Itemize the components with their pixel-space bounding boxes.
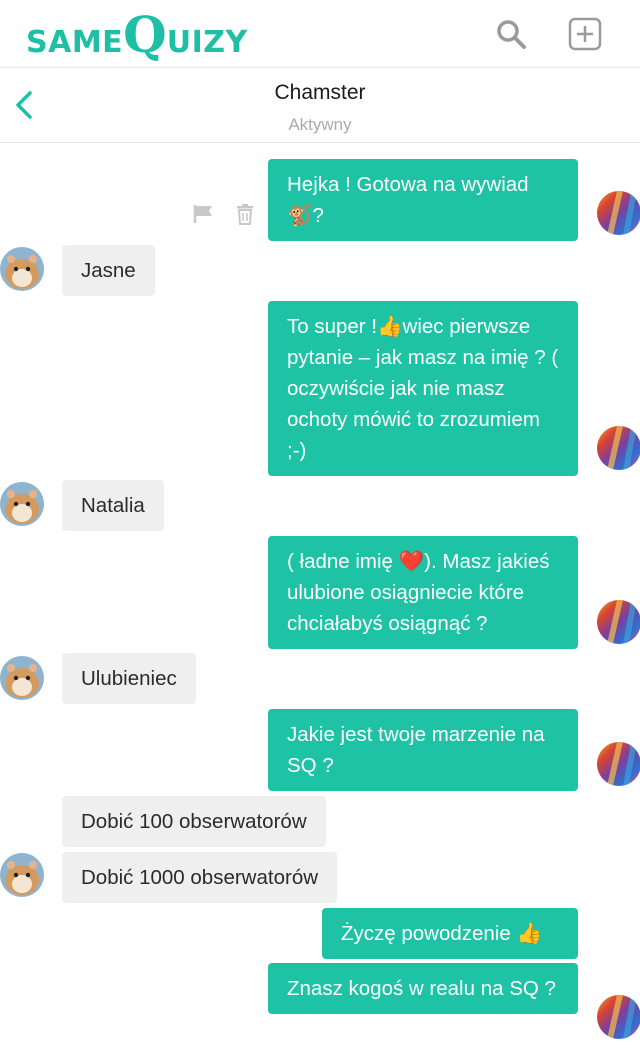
- message-bubble-received[interactable]: Dobić 1000 obserwatorów: [62, 852, 338, 903]
- message-bubble-sent[interactable]: Jakie jest twoje marzenie na SQ ?: [268, 709, 578, 791]
- contact-name[interactable]: Chamster: [0, 81, 640, 105]
- message-actions: [192, 203, 258, 225]
- my-avatar[interactable]: [597, 191, 640, 235]
- my-avatar[interactable]: [597, 995, 640, 1039]
- samequizy-logo[interactable]: SAME Q UIZY: [26, 10, 248, 64]
- logo-text-q: Q: [123, 5, 167, 64]
- my-avatar[interactable]: [597, 600, 640, 644]
- plus-square-icon[interactable]: [568, 17, 602, 51]
- contact-avatar[interactable]: [0, 656, 44, 700]
- message-bubble-sent[interactable]: Życzę powodzenie 👍: [322, 908, 578, 959]
- contact-avatar[interactable]: [0, 853, 44, 897]
- flag-icon[interactable]: [192, 203, 216, 225]
- message-bubble-sent[interactable]: ( ładne imię ❤️). Masz jakieś ulubione o…: [268, 536, 578, 649]
- top-bar: SAME Q UIZY: [0, 0, 640, 68]
- my-avatar[interactable]: [597, 426, 640, 470]
- message-bubble-sent[interactable]: Hejka ! Gotowa na wywiad 🐒?: [268, 159, 578, 241]
- trash-icon[interactable]: [234, 203, 258, 225]
- my-avatar[interactable]: [597, 742, 640, 786]
- chat-header: Chamster Aktywny: [0, 69, 640, 143]
- message-bubble-received[interactable]: Jasne: [62, 245, 155, 296]
- contact-avatar[interactable]: [0, 482, 44, 526]
- message-bubble-received[interactable]: Natalia: [62, 480, 164, 531]
- message-bubble-received[interactable]: Dobić 100 obserwatorów: [62, 796, 326, 847]
- logo-text-same: SAME: [26, 25, 124, 60]
- contact-avatar[interactable]: [0, 247, 44, 291]
- message-bubble-sent[interactable]: Znasz kogoś w realu na SQ ?: [268, 963, 578, 1014]
- search-icon[interactable]: [494, 17, 528, 51]
- logo-text-uizy: UIZY: [166, 25, 248, 60]
- message-bubble-received[interactable]: Ulubieniec: [62, 653, 196, 704]
- contact-status: Aktywny: [288, 115, 352, 134]
- message-bubble-sent[interactable]: To super !👍wiec pierwsze pytanie – jak m…: [268, 301, 578, 476]
